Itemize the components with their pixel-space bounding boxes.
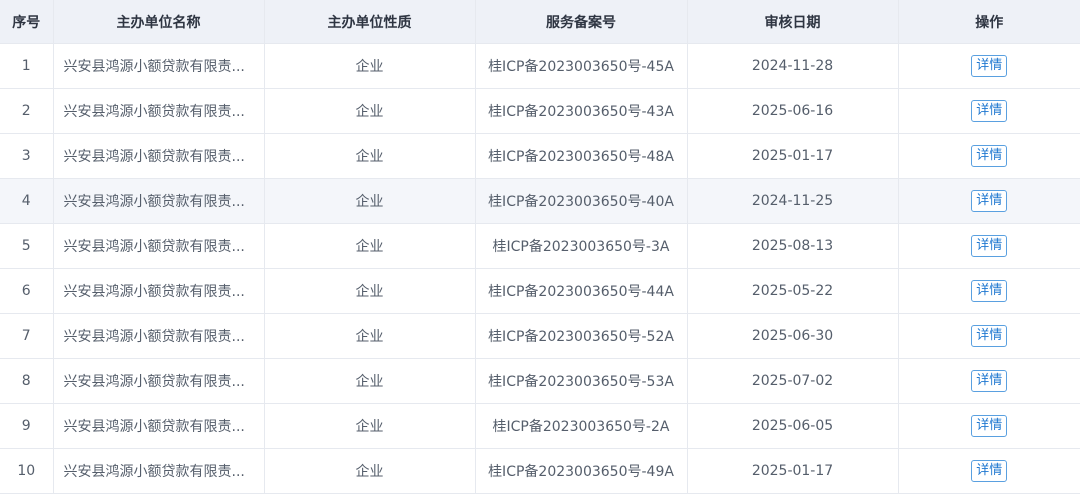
detail-button[interactable]: 详情 bbox=[971, 370, 1008, 392]
cell-review-date: 2024-11-25 bbox=[687, 178, 899, 224]
cell-host-name: 兴安县鸿源小额贷款有限责... bbox=[53, 268, 265, 314]
cell-host-nature: 企业 bbox=[264, 268, 476, 314]
cell-host-name: 兴安县鸿源小额贷款有限责... bbox=[53, 358, 265, 404]
cell-action: 详情 bbox=[898, 178, 1080, 224]
cell-host-nature: 企业 bbox=[264, 403, 476, 449]
cell-host-name: 兴安县鸿源小额贷款有限责... bbox=[53, 448, 265, 494]
record-table: 序号 主办单位名称 主办单位性质 服务备案号 审核日期 操作 1 兴安县鸿源小额… bbox=[0, 0, 1080, 494]
cell-host-nature: 企业 bbox=[264, 43, 476, 89]
cell-host-nature: 企业 bbox=[264, 88, 476, 134]
cell-action: 详情 bbox=[898, 133, 1080, 179]
cell-index: 1 bbox=[0, 43, 54, 89]
cell-host-nature: 企业 bbox=[264, 133, 476, 179]
table-row: 10 兴安县鸿源小额贷款有限责... 企业 桂ICP备2023003650号-4… bbox=[0, 448, 1080, 494]
cell-review-date: 2025-08-13 bbox=[687, 223, 899, 269]
cell-host-name: 兴安县鸿源小额贷款有限责... bbox=[53, 133, 265, 179]
cell-review-date: 2025-06-16 bbox=[687, 88, 899, 134]
cell-record-number: 桂ICP备2023003650号-48A bbox=[475, 133, 688, 179]
table-header: 序号 主办单位名称 主办单位性质 服务备案号 审核日期 操作 bbox=[0, 0, 1080, 44]
cell-index: 9 bbox=[0, 403, 54, 449]
table-row: 2 兴安县鸿源小额贷款有限责... 企业 桂ICP备2023003650号-43… bbox=[0, 88, 1080, 134]
cell-record-number: 桂ICP备2023003650号-40A bbox=[475, 178, 688, 224]
cell-host-nature: 企业 bbox=[264, 313, 476, 359]
table-row: 7 兴安县鸿源小额贷款有限责... 企业 桂ICP备2023003650号-52… bbox=[0, 313, 1080, 359]
cell-record-number: 桂ICP备2023003650号-2A bbox=[475, 403, 688, 449]
cell-record-number: 桂ICP备2023003650号-44A bbox=[475, 268, 688, 314]
cell-action: 详情 bbox=[898, 403, 1080, 449]
cell-record-number: 桂ICP备2023003650号-3A bbox=[475, 223, 688, 269]
cell-action: 详情 bbox=[898, 268, 1080, 314]
cell-action: 详情 bbox=[898, 223, 1080, 269]
cell-action: 详情 bbox=[898, 43, 1080, 89]
cell-host-name: 兴安县鸿源小额贷款有限责... bbox=[53, 178, 265, 224]
cell-host-nature: 企业 bbox=[264, 178, 476, 224]
cell-index: 4 bbox=[0, 178, 54, 224]
table-row: 4 兴安县鸿源小额贷款有限责... 企业 桂ICP备2023003650号-40… bbox=[0, 178, 1080, 224]
header-review-date: 审核日期 bbox=[687, 0, 899, 44]
cell-index: 10 bbox=[0, 448, 54, 494]
cell-review-date: 2025-07-02 bbox=[687, 358, 899, 404]
table-row: 1 兴安县鸿源小额贷款有限责... 企业 桂ICP备2023003650号-45… bbox=[0, 43, 1080, 89]
cell-index: 5 bbox=[0, 223, 54, 269]
table-body: 1 兴安县鸿源小额贷款有限责... 企业 桂ICP备2023003650号-45… bbox=[0, 43, 1080, 494]
header-index: 序号 bbox=[0, 0, 54, 44]
cell-record-number: 桂ICP备2023003650号-49A bbox=[475, 448, 688, 494]
cell-host-name: 兴安县鸿源小额贷款有限责... bbox=[53, 313, 265, 359]
detail-button[interactable]: 详情 bbox=[971, 460, 1008, 482]
cell-record-number: 桂ICP备2023003650号-52A bbox=[475, 313, 688, 359]
cell-index: 3 bbox=[0, 133, 54, 179]
header-host-name: 主办单位名称 bbox=[53, 0, 265, 44]
detail-button[interactable]: 详情 bbox=[971, 280, 1008, 302]
header-action: 操作 bbox=[898, 0, 1080, 44]
detail-button[interactable]: 详情 bbox=[971, 145, 1008, 167]
cell-host-nature: 企业 bbox=[264, 223, 476, 269]
table-row: 3 兴安县鸿源小额贷款有限责... 企业 桂ICP备2023003650号-48… bbox=[0, 133, 1080, 179]
cell-review-date: 2025-06-30 bbox=[687, 313, 899, 359]
cell-action: 详情 bbox=[898, 313, 1080, 359]
cell-index: 7 bbox=[0, 313, 54, 359]
cell-review-date: 2024-11-28 bbox=[687, 43, 899, 89]
cell-host-name: 兴安县鸿源小额贷款有限责... bbox=[53, 223, 265, 269]
table-row: 5 兴安县鸿源小额贷款有限责... 企业 桂ICP备2023003650号-3A… bbox=[0, 223, 1080, 269]
detail-button[interactable]: 详情 bbox=[971, 55, 1008, 77]
cell-review-date: 2025-05-22 bbox=[687, 268, 899, 314]
cell-record-number: 桂ICP备2023003650号-45A bbox=[475, 43, 688, 89]
cell-host-nature: 企业 bbox=[264, 358, 476, 404]
cell-action: 详情 bbox=[898, 448, 1080, 494]
detail-button[interactable]: 详情 bbox=[971, 190, 1008, 212]
cell-record-number: 桂ICP备2023003650号-53A bbox=[475, 358, 688, 404]
detail-button[interactable]: 详情 bbox=[971, 415, 1008, 437]
table-row: 8 兴安县鸿源小额贷款有限责... 企业 桂ICP备2023003650号-53… bbox=[0, 358, 1080, 404]
cell-host-name: 兴安县鸿源小额贷款有限责... bbox=[53, 88, 265, 134]
detail-button[interactable]: 详情 bbox=[971, 100, 1008, 122]
cell-host-name: 兴安县鸿源小额贷款有限责... bbox=[53, 403, 265, 449]
header-row: 序号 主办单位名称 主办单位性质 服务备案号 审核日期 操作 bbox=[0, 0, 1080, 44]
cell-host-nature: 企业 bbox=[264, 448, 476, 494]
cell-record-number: 桂ICP备2023003650号-43A bbox=[475, 88, 688, 134]
table-row: 9 兴安县鸿源小额贷款有限责... 企业 桂ICP备2023003650号-2A… bbox=[0, 403, 1080, 449]
cell-action: 详情 bbox=[898, 358, 1080, 404]
cell-host-name: 兴安县鸿源小额贷款有限责... bbox=[53, 43, 265, 89]
cell-review-date: 2025-06-05 bbox=[687, 403, 899, 449]
cell-review-date: 2025-01-17 bbox=[687, 448, 899, 494]
cell-index: 8 bbox=[0, 358, 54, 404]
cell-action: 详情 bbox=[898, 88, 1080, 134]
cell-review-date: 2025-01-17 bbox=[687, 133, 899, 179]
header-record-number: 服务备案号 bbox=[475, 0, 688, 44]
cell-index: 2 bbox=[0, 88, 54, 134]
table-row: 6 兴安县鸿源小额贷款有限责... 企业 桂ICP备2023003650号-44… bbox=[0, 268, 1080, 314]
detail-button[interactable]: 详情 bbox=[971, 325, 1008, 347]
cell-index: 6 bbox=[0, 268, 54, 314]
header-host-nature: 主办单位性质 bbox=[264, 0, 476, 44]
detail-button[interactable]: 详情 bbox=[971, 235, 1008, 257]
